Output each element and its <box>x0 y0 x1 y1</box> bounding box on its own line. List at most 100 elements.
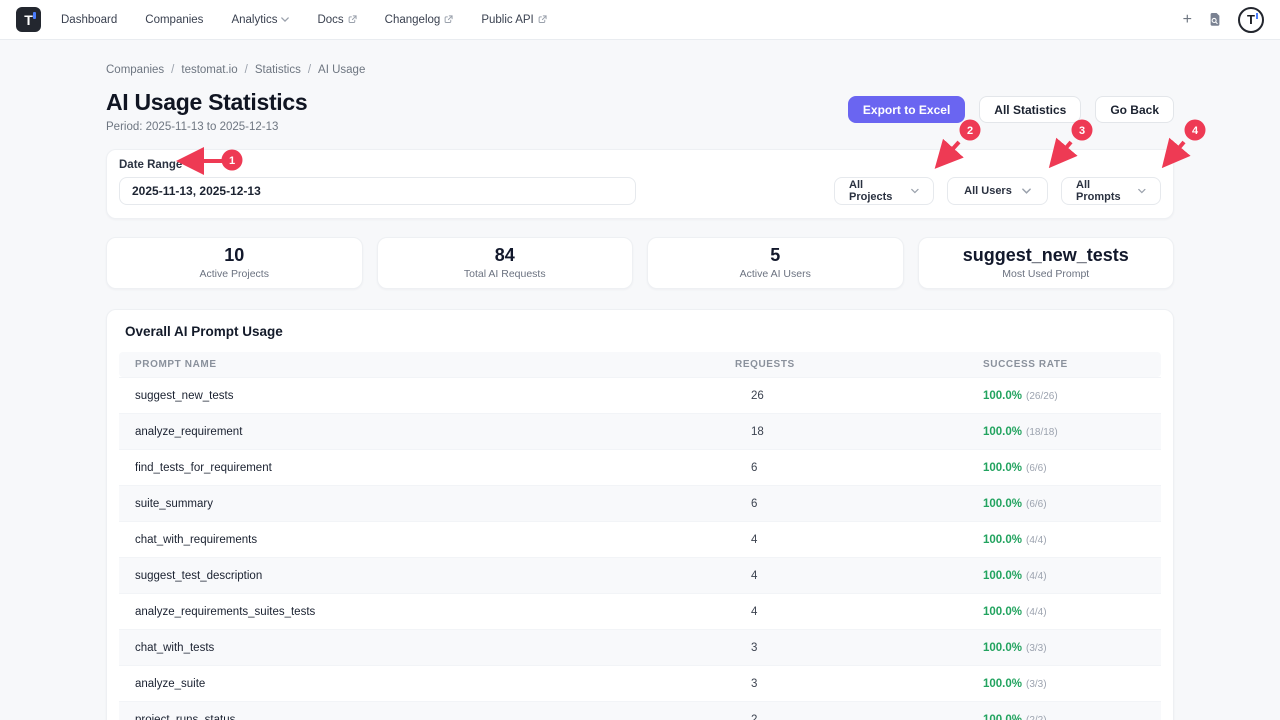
nav-item-dashboard[interactable]: Dashboard <box>61 14 117 26</box>
prompt-name-cell: suggest_new_tests <box>119 390 727 402</box>
success-rate-percent: 100.0% <box>983 498 1022 510</box>
success-rate-percent: 100.0% <box>983 426 1022 438</box>
table-header-row: PROMPT NAME REQUESTS SUCCESS RATE <box>119 352 1161 377</box>
stat-card-active-ai-users: 5 Active AI Users <box>647 237 904 289</box>
page-header: AI Usage Statistics Period: 2025-11-13 t… <box>106 89 1174 133</box>
success-rate-percent: 100.0% <box>983 534 1022 546</box>
nav-item-analytics[interactable]: Analytics <box>231 14 289 26</box>
table-row: suggest_new_tests 26 100.0%(26/26) <box>119 377 1161 413</box>
requests-cell: 4 <box>727 606 975 618</box>
prompt-name-cell: suggest_test_description <box>119 570 727 582</box>
stat-value: suggest_new_tests <box>963 246 1129 266</box>
top-navbar: T Dashboard Companies Analytics Docs Cha… <box>0 0 1280 40</box>
success-rate-percent: 100.0% <box>983 606 1022 618</box>
avatar-letter: T <box>1247 13 1255 26</box>
prompt-name-cell: analyze_requirements_suites_tests <box>119 606 727 618</box>
annotation-badge-4-number: 4 <box>1192 125 1199 137</box>
table-row: analyze_requirement 18 100.0%(18/18) <box>119 413 1161 449</box>
breadcrumb-separator: / <box>171 64 174 76</box>
stat-card-total-ai-requests: 84 Total AI Requests <box>377 237 634 289</box>
column-header-prompt-name: PROMPT NAME <box>119 359 727 370</box>
success-rate-cell: 100.0% (6/6) <box>975 498 1161 510</box>
breadcrumb-ai-usage: AI Usage <box>318 64 365 76</box>
header-actions: Export to Excel All Statistics Go Back <box>848 96 1174 123</box>
requests-cell: 6 <box>727 462 975 474</box>
nav-item-label: Companies <box>145 14 203 26</box>
nav-item-label: Public API <box>481 14 533 26</box>
breadcrumb-testomat[interactable]: testomat.io <box>181 64 237 76</box>
users-dropdown-label: All Users <box>964 185 1012 197</box>
table-row: chat_with_tests 3 100.0%(3/3) <box>119 629 1161 665</box>
nav-item-label: Dashboard <box>61 14 117 26</box>
stat-card-active-projects: 10 Active Projects <box>106 237 363 289</box>
success-rate-cell: 100.0%(3/3) <box>975 678 1161 690</box>
success-rate-detail: (6/6) <box>1026 499 1047 510</box>
chevron-down-icon <box>1138 188 1146 194</box>
requests-cell: 18 <box>727 426 975 438</box>
chevron-down-icon <box>911 188 919 194</box>
success-rate-cell: 100.0%(18/18) <box>975 426 1161 438</box>
requests-cell: 6 <box>727 498 975 510</box>
date-range-input[interactable] <box>119 177 636 205</box>
page-title-block: AI Usage Statistics Period: 2025-11-13 t… <box>106 89 307 133</box>
success-rate-percent: 100.0% <box>983 390 1022 402</box>
docs-search-icon[interactable] <box>1208 12 1222 27</box>
users-dropdown[interactable]: All Users <box>947 177 1048 205</box>
success-rate-percent: 100.0% <box>983 570 1022 582</box>
breadcrumb: Companies / testomat.io / Statistics / A… <box>106 64 1174 76</box>
stat-label: Active AI Users <box>740 268 811 280</box>
table-row: chat_with_requirements 4 100.0%(4/4) <box>119 521 1161 557</box>
prompt-name-cell: chat_with_tests <box>119 642 727 654</box>
stat-label: Most Used Prompt <box>1002 268 1089 280</box>
filter-card: Date Range All Projects All Users All Pr… <box>106 149 1174 219</box>
breadcrumb-companies[interactable]: Companies <box>106 64 164 76</box>
projects-dropdown-label: All Projects <box>849 179 901 203</box>
prompt-name-cell: chat_with_requirements <box>119 534 727 546</box>
table-row: suite_summary 6 100.0% (6/6) <box>119 485 1161 521</box>
prompt-name-cell: suite_summary <box>119 498 727 510</box>
prompt-name-cell: find_tests_for_requirement <box>119 462 727 474</box>
breadcrumb-separator: / <box>245 64 248 76</box>
table-row: analyze_suite 3 100.0%(3/3) <box>119 665 1161 701</box>
date-range-label: Date Range <box>119 159 636 171</box>
plus-icon[interactable]: + <box>1183 12 1192 28</box>
success-rate-detail: (4/4) <box>1026 607 1047 618</box>
projects-dropdown[interactable]: All Projects <box>834 177 934 205</box>
success-rate-detail: (3/3) <box>1026 679 1047 690</box>
breadcrumb-statistics[interactable]: Statistics <box>255 64 301 76</box>
external-link-icon <box>348 15 357 24</box>
prompts-dropdown[interactable]: All Prompts <box>1061 177 1161 205</box>
external-link-icon <box>538 15 547 24</box>
table-row: analyze_requirements_suites_tests 4 100.… <box>119 593 1161 629</box>
nav-item-public-api[interactable]: Public API <box>481 14 546 26</box>
requests-cell: 3 <box>727 678 975 690</box>
all-statistics-button[interactable]: All Statistics <box>979 96 1081 123</box>
stat-value: 84 <box>495 246 515 266</box>
success-rate-cell: 100.0%(3/3) <box>975 642 1161 654</box>
prompt-usage-table-card: Overall AI Prompt Usage PROMPT NAME REQU… <box>106 309 1174 720</box>
breadcrumb-separator: / <box>308 64 311 76</box>
export-to-excel-button[interactable]: Export to Excel <box>848 96 965 123</box>
avatar-accent-mark <box>1256 13 1258 19</box>
success-rate-detail: (2/2) <box>1026 715 1047 720</box>
page-title: AI Usage Statistics <box>106 89 307 116</box>
success-rate-cell: 100.0%(6/6) <box>975 462 1161 474</box>
nav-item-changelog[interactable]: Changelog <box>385 14 454 26</box>
nav-item-companies[interactable]: Companies <box>145 14 203 26</box>
nav-item-label: Changelog <box>385 14 441 26</box>
user-avatar[interactable]: T <box>1238 7 1264 33</box>
column-header-success-rate: SUCCESS RATE <box>975 359 1161 370</box>
table-title: Overall AI Prompt Usage <box>119 324 1161 339</box>
app-logo[interactable]: T <box>16 7 41 32</box>
nav-item-label: Docs <box>317 14 343 26</box>
success-rate-detail: (3/3) <box>1026 643 1047 654</box>
prompt-name-cell: project_runs_status <box>119 714 727 720</box>
success-rate-cell: 100.0%(26/26) <box>975 390 1161 402</box>
go-back-button[interactable]: Go Back <box>1095 96 1174 123</box>
table-row: project_runs_status 2 100.0%(2/2) <box>119 701 1161 720</box>
stat-value: 10 <box>224 246 244 266</box>
stat-cards-row: 10 Active Projects 84 Total AI Requests … <box>106 237 1174 289</box>
nav-item-docs[interactable]: Docs <box>317 14 356 26</box>
chevron-down-icon <box>1022 188 1031 194</box>
success-rate-percent: 100.0% <box>983 462 1022 474</box>
